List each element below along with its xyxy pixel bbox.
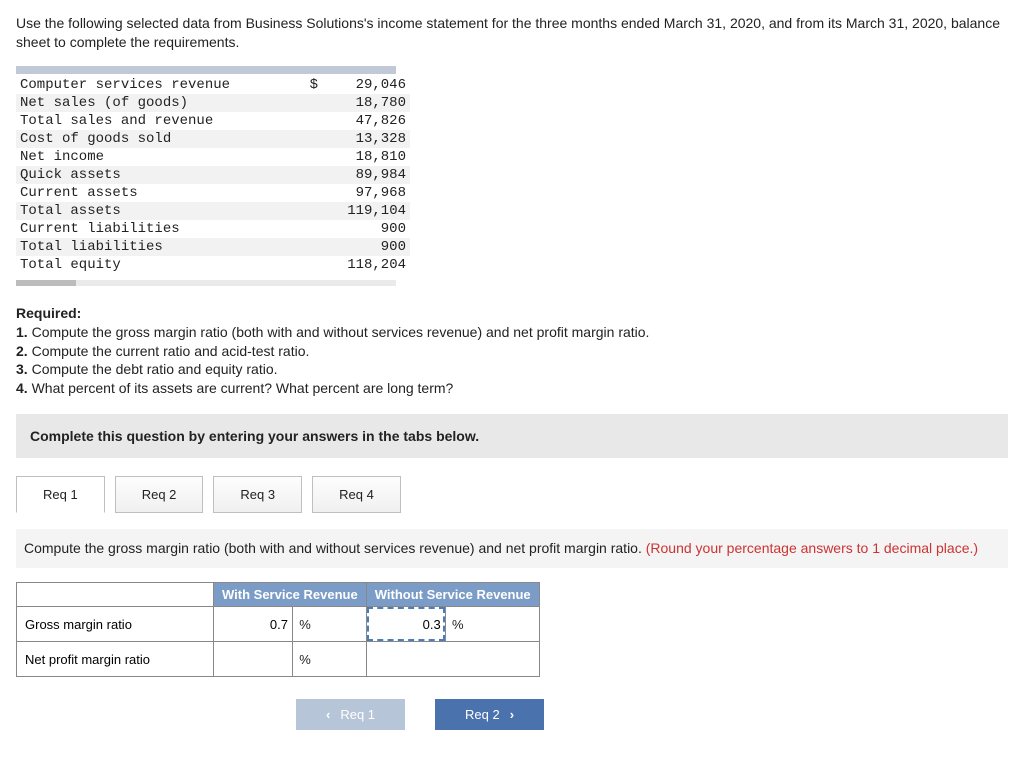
next-button-label: Req 2: [465, 707, 500, 722]
required-item: 2. Compute the current ratio and acid-te…: [16, 343, 309, 359]
financial-row: Net income 18,810: [16, 148, 410, 166]
financial-row: Computer services revenue$29,046: [16, 76, 410, 94]
required-item: 1. Compute the gross margin ratio (both …: [16, 324, 649, 340]
financial-data-table: Computer services revenue$29,046Net sale…: [16, 76, 410, 274]
financial-row-label: Current assets: [16, 184, 254, 202]
financial-row-value: 18,780: [322, 94, 410, 112]
currency-symbol: [254, 238, 322, 256]
prev-button-label: Req 1: [340, 707, 375, 722]
currency-symbol: [254, 166, 322, 184]
financial-row: Total sales and revenue 47,826: [16, 112, 410, 130]
currency-symbol: [254, 94, 322, 112]
financial-row-value: 119,104: [322, 202, 410, 220]
financial-row-label: Quick assets: [16, 166, 254, 184]
financial-row-value: 47,826: [322, 112, 410, 130]
financial-row: Total assets 119,104: [16, 202, 410, 220]
tab-req-4[interactable]: Req 4: [312, 476, 401, 513]
financial-row-value: 29,046: [322, 76, 410, 94]
financial-row: Total equity 118,204: [16, 256, 410, 274]
financial-row-value: 18,810: [322, 148, 410, 166]
chevron-right-icon: ›: [510, 707, 514, 722]
next-button[interactable]: Req 2 ›: [435, 699, 544, 730]
ratio-input[interactable]: [214, 607, 292, 641]
financial-row: Total liabilities 900: [16, 238, 410, 256]
nav-row: ‹ Req 1 Req 2 ›: [296, 699, 1008, 730]
tabs-row: Req 1 Req 2Req 3 Req 4: [16, 476, 1008, 513]
financial-row-label: Net income: [16, 148, 254, 166]
financial-row-label: Current liabilities: [16, 220, 254, 238]
answer-cell: %: [214, 642, 367, 677]
required-block: Required: 1. Compute the gross margin ra…: [16, 304, 1008, 398]
answer-cell: %: [366, 607, 539, 642]
required-heading: Required:: [16, 305, 81, 321]
financial-row-label: Total sales and revenue: [16, 112, 254, 130]
financial-row: Cost of goods sold 13,328: [16, 130, 410, 148]
percent-unit: %: [292, 642, 317, 676]
answer-row-label: Gross margin ratio: [17, 607, 214, 642]
financial-row-label: Total liabilities: [16, 238, 254, 256]
financial-row: Quick assets 89,984: [16, 166, 410, 184]
ratio-input[interactable]: [214, 642, 292, 676]
financial-row-value: 900: [322, 238, 410, 256]
answer-row-label: Net profit margin ratio: [17, 642, 214, 677]
percent-unit: %: [292, 607, 317, 641]
financial-row: Current assets 97,968: [16, 184, 410, 202]
chevron-left-icon: ‹: [326, 707, 330, 722]
ratio-input[interactable]: [367, 607, 445, 641]
currency-symbol: [254, 184, 322, 202]
table-highlight-bar: [16, 66, 396, 74]
required-item: 4. What percent of its assets are curren…: [16, 380, 453, 396]
percent-unit: %: [445, 607, 470, 641]
financial-row: Current liabilities 900: [16, 220, 410, 238]
tab-req-2[interactable]: Req 2: [115, 476, 204, 513]
currency-symbol: $: [254, 76, 322, 94]
answer-row: Net profit margin ratio%: [17, 642, 540, 677]
financial-row: Net sales (of goods) 18,780: [16, 94, 410, 112]
financial-row-value: 89,984: [322, 166, 410, 184]
answer-table: With Service Revenue Without Service Rev…: [16, 582, 540, 677]
financial-row-label: Net sales (of goods): [16, 94, 254, 112]
financial-row-label: Computer services revenue: [16, 76, 254, 94]
financial-row-label: Cost of goods sold: [16, 130, 254, 148]
currency-symbol: [254, 130, 322, 148]
answer-row: Gross margin ratio%%: [17, 607, 540, 642]
financial-row-label: Total assets: [16, 202, 254, 220]
required-item: 3. Compute the debt ratio and equity rat…: [16, 361, 278, 377]
answer-header-with: With Service Revenue: [214, 583, 367, 607]
tab-req-1[interactable]: Req 1: [16, 476, 105, 513]
intro-text: Use the following selected data from Bus…: [16, 14, 1008, 52]
currency-symbol: [254, 256, 322, 274]
prev-button[interactable]: ‹ Req 1: [296, 699, 405, 730]
horizontal-scroll-hint: [16, 280, 396, 286]
financial-row-label: Total equity: [16, 256, 254, 274]
answer-cell: %: [214, 607, 367, 642]
answer-header-blank: [17, 583, 214, 607]
instruction-bar: Complete this question by entering your …: [16, 414, 1008, 458]
financial-row-value: 13,328: [322, 130, 410, 148]
currency-symbol: [254, 220, 322, 238]
financial-row-value: 900: [322, 220, 410, 238]
tab-instruction: Compute the gross margin ratio (both wit…: [16, 529, 1008, 568]
answer-header-without: Without Service Revenue: [366, 583, 539, 607]
currency-symbol: [254, 148, 322, 166]
answer-cell: [366, 642, 539, 677]
financial-row-value: 118,204: [322, 256, 410, 274]
tab-req-3[interactable]: Req 3: [213, 476, 302, 513]
currency-symbol: [254, 112, 322, 130]
currency-symbol: [254, 202, 322, 220]
financial-row-value: 97,968: [322, 184, 410, 202]
